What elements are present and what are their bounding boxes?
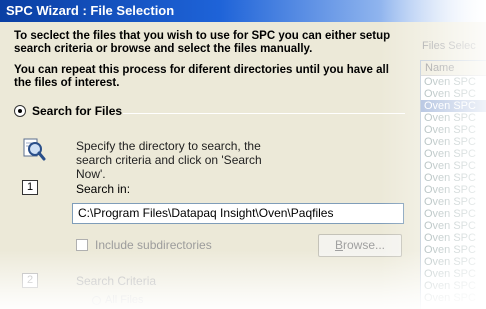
file-list-item[interactable]: Oven SPC [421,88,486,100]
file-list-item[interactable]: Oven SPC [421,184,486,196]
name-column-header[interactable]: Name [421,61,486,76]
search-in-label: Search in: [76,182,131,196]
browse-button[interactable]: Browse... [318,234,402,257]
intro-text-1: To seclect the files that you wish to us… [14,30,391,55]
search-for-files-label: Search for Files [32,104,123,118]
search-files-icon [23,138,46,161]
include-subdirectories-checkbox[interactable] [76,239,88,251]
intro-text-2: You can repeat this process for diferent… [14,64,389,89]
browse-button-label: rowse... [343,238,386,252]
file-list-item[interactable]: Oven SPC [421,172,486,184]
file-list-item[interactable]: Oven SPC [421,268,486,280]
fade-overlay-bottom [0,250,486,309]
files-selected-panel: Files Selec Name Oven SPC Oven SPC Oven SP… [415,22,486,309]
include-subdirectories-label: Include subdirectories [95,238,212,252]
file-list-item[interactable]: Oven SPC [421,148,486,160]
window-title: SPC Wizard : File Selection [0,0,486,22]
file-list-item[interactable]: Oven SPC [421,112,486,124]
step-1-marker: 1 [22,180,38,195]
search-instructions-text: Specify the directory to search, the sea… [76,139,262,181]
all-files-label: All Files [105,294,144,306]
file-list-item[interactable]: Oven SPC [421,124,486,136]
files-selected-label: Files Selec [422,40,476,52]
search-instructions: Specify the directory to search, the sea… [76,139,266,181]
file-list-item[interactable]: Oven SPC [421,232,486,244]
file-list-item[interactable]: Oven SPC [421,196,486,208]
file-list-item[interactable]: Oven SPC [421,136,486,148]
file-list-item[interactable]: Oven SPC [421,220,486,232]
include-subdirectories-option[interactable]: Include subdirectories [76,238,212,252]
file-list-item[interactable]: Oven SPC [421,280,486,292]
spc-wizard-window: SPC Wizard : File Selection To seclect t… [0,0,486,309]
file-list: Oven SPC Oven SPC Oven SPC Oven SPC Oven SPC… [421,76,486,304]
all-files-option[interactable]: All Files [92,294,144,306]
file-list-item[interactable]: Oven SPC [421,76,486,88]
group-divider [123,113,405,114]
search-in-path-field[interactable]: C:\Program Files\Datapaq Insight\Oven\Pa… [72,203,404,224]
file-list-item[interactable]: Oven SPC [421,160,486,172]
search-for-files-option[interactable]: Search for Files [14,104,122,118]
file-list-item[interactable]: Oven SPC [421,100,486,112]
search-criteria-label: Search Criteria [76,274,157,288]
all-files-radio[interactable] [92,295,101,305]
file-list-item[interactable]: Oven SPC [421,292,486,304]
file-list-item[interactable]: Oven SPC [421,244,486,256]
file-list-item[interactable]: Oven SPC [421,256,486,268]
file-list-item[interactable]: Oven SPC [421,208,486,220]
search-for-files-radio[interactable] [14,105,26,117]
files-listbox[interactable]: Name Oven SPC Oven SPC Oven SPC Oven SPC Ove… [420,60,486,309]
browse-button-accel: B [334,238,343,252]
step-2-marker: 2 [22,273,38,288]
